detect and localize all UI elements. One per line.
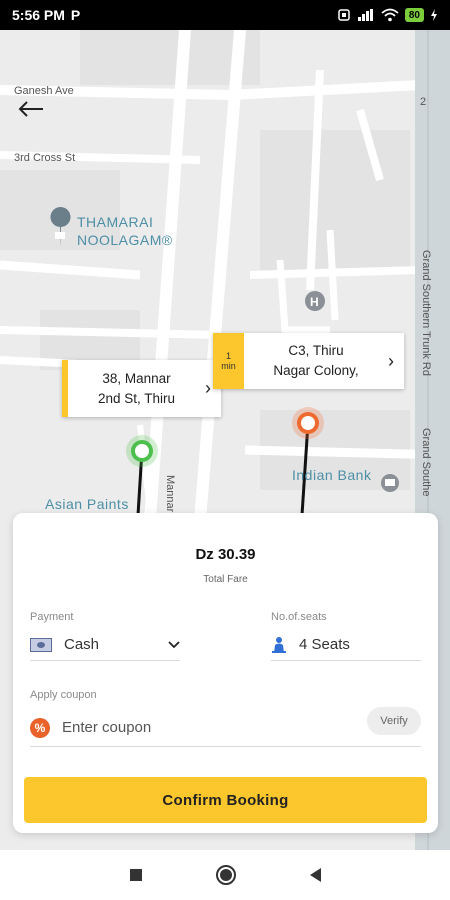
payment-select[interactable]: Cash (30, 629, 180, 661)
hospital-poi-icon: H (305, 291, 325, 311)
total-fare-value: Dz 30.39 (195, 546, 256, 563)
pickup-location-card[interactable]: 38, Mannar 2nd St, Thiru › (62, 360, 221, 417)
pickup-address: 38, Mannar 2nd St, Thiru (68, 369, 205, 409)
poi-thamarai-line2: NOOLAGAM® (77, 232, 173, 248)
back-button[interactable] (18, 100, 50, 132)
pickup-pin-icon (131, 440, 153, 462)
signal-icon (357, 9, 373, 21)
back-nav-icon[interactable] (309, 868, 321, 882)
poi-asian-paints: Asian Paints (45, 496, 129, 512)
sim-icon (338, 9, 350, 21)
drop-eta-unit: min (221, 361, 236, 371)
seats-label: No.of.seats (271, 611, 327, 623)
street-third-cross-st: 3rd Cross St (14, 152, 76, 164)
recents-icon[interactable] (129, 869, 142, 881)
street-gst-road-short: Grand Southe (420, 428, 432, 497)
payment-value: Cash (64, 636, 100, 653)
coupon-icon: % (30, 717, 50, 738)
status-icons: 80 (337, 8, 438, 22)
status-time: 5:56 PM (12, 7, 65, 23)
pickup-address-line1: 38, Mannar (102, 370, 171, 386)
drop-address: C3, Thiru Nagar Colony, (244, 341, 388, 381)
drop-address-line2: Nagar Colony, (273, 363, 359, 378)
payment-label: Payment (30, 611, 74, 623)
seat-icon (272, 636, 286, 653)
chevron-down-icon (168, 640, 180, 648)
notification-icon: P (70, 7, 81, 23)
seats-select[interactable]: 4 Seats (271, 629, 421, 661)
street-gst-road: Grand Southern Trunk Rd (420, 250, 432, 376)
street-ganesh-ave: Ganesh Ave (14, 85, 74, 97)
wifi-icon (381, 8, 399, 22)
drop-eta-value: 1 (225, 351, 231, 361)
battery-icon: 80 (404, 8, 424, 22)
pickup-address-line2: 2nd St, Thiru (97, 390, 176, 406)
verify-button[interactable]: Verify (367, 707, 421, 735)
road-number: 2 (420, 96, 427, 108)
cash-icon (30, 637, 52, 652)
status-bar: 5:56 PM P 80 (0, 0, 450, 30)
poi-thamarai-line1: THAMARAI (77, 214, 154, 230)
seats-value: 4 Seats (299, 636, 350, 653)
bank-poi-icon (381, 474, 399, 492)
total-fare-label: Total Fare (203, 574, 248, 585)
drop-location-card[interactable]: 1 min C3, Thiru Nagar Colony, › (213, 333, 404, 389)
coupon-input[interactable] (62, 719, 342, 736)
drop-address-line1: C3, Thiru (288, 343, 344, 358)
navigation-bar (0, 850, 450, 900)
booking-sheet: Dz 30.39 Total Fare Payment Cash No.of.s… (13, 513, 438, 833)
poi-indian-bank: Indian Bank (292, 467, 372, 483)
drop-chevron-icon: › (388, 350, 394, 371)
charging-icon (431, 9, 437, 21)
coupon-row: % Verify (30, 707, 421, 747)
svg-text:H: H (310, 295, 319, 309)
confirm-booking-button[interactable]: Confirm Booking (24, 777, 427, 823)
drop-eta-badge: 1 min (213, 333, 244, 389)
coupon-label: Apply coupon (30, 689, 97, 701)
drop-pin-icon (297, 412, 319, 434)
back-arrow-icon (18, 101, 43, 117)
home-icon[interactable] (215, 865, 236, 885)
